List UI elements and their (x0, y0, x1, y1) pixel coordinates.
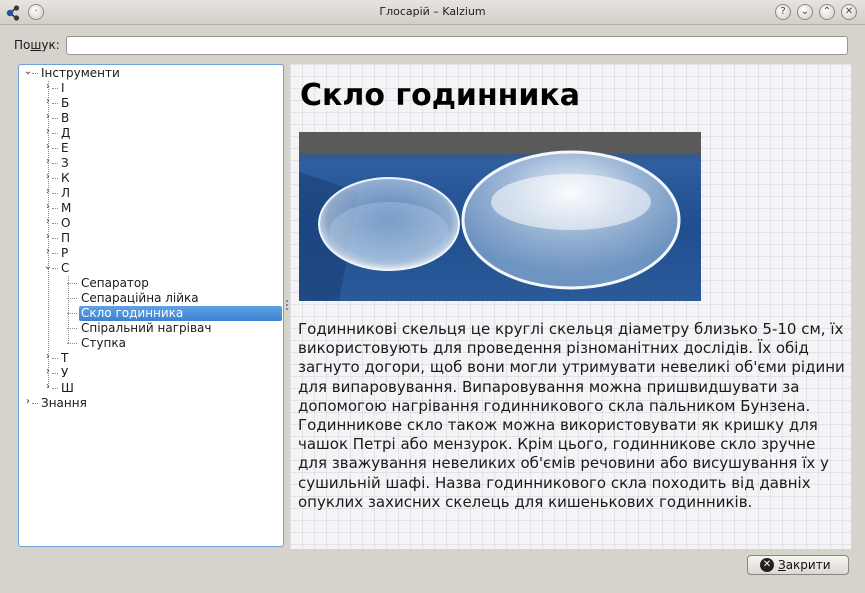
tree-item-letter[interactable]: І (59, 81, 67, 96)
tree-item-letter[interactable]: Е (59, 141, 71, 156)
tree-item-letter[interactable]: П (59, 231, 72, 246)
tree-item-term[interactable]: Скло годинника (79, 306, 282, 321)
tree-connector (52, 148, 58, 149)
tree-connector (52, 373, 58, 374)
tree-connector (52, 163, 58, 164)
tree-connector (67, 343, 77, 344)
tree-item-letter[interactable]: К (59, 171, 72, 186)
tree-connector (52, 193, 58, 194)
tree-item-label: Скло годинника (79, 306, 282, 321)
tree-item-label: І (61, 81, 65, 95)
tree-item-label: Р (61, 246, 69, 260)
tree-connector (52, 268, 58, 269)
tree-item-label: Е (61, 141, 69, 155)
tree-item-letter[interactable]: М (59, 201, 73, 216)
tree-item-label: П (61, 231, 71, 245)
close-button[interactable]: ✕ Закрити (747, 555, 849, 575)
tree-item-label: З (61, 156, 69, 170)
tree-item-label: К (61, 171, 70, 185)
tree-connector (32, 73, 38, 74)
tree-connector (52, 358, 58, 359)
tree-item-label: М (61, 201, 72, 215)
tree-connector (52, 208, 58, 209)
tree-item-label: Інструменти (41, 66, 120, 80)
minimize-button[interactable]: ⌄ (797, 4, 813, 20)
tree-item-label: Знання (41, 396, 87, 410)
tree-connector (52, 253, 58, 254)
tree-item-term[interactable]: Спіральний нагрівач (79, 321, 214, 336)
resize-edge[interactable] (853, 64, 861, 549)
article-view: Скло годинника Годинникові скельця це кр… (290, 64, 851, 549)
tree-item-term[interactable]: Сепараційна лійка (79, 291, 201, 306)
tree-item-label: Сепараційна лійка (81, 291, 199, 305)
glossary-window: · Глосарій – Kalzium ? ⌄ ⌃ ✕ Пошук: ⌄ Інс… (0, 0, 865, 593)
window-title: Глосарій – Kalzium (379, 5, 486, 18)
watch-glass-photo (299, 132, 701, 301)
tree-item-label: Ступка (81, 336, 126, 350)
tree-item-letter[interactable]: У (59, 366, 70, 381)
tree-item-label: Ш (61, 381, 74, 395)
tree-item-label: Л (61, 186, 71, 200)
tree-connector (52, 223, 58, 224)
glossary-tree[interactable]: ⌄ Інструменти › І › Б › В › Д › Е › З › К › Л › М › О › П › Р ⌄ С Се… (18, 64, 284, 547)
tree-item-letter[interactable]: Л (59, 186, 72, 201)
close-button-accel: З (778, 558, 786, 572)
tree-item-label: О (61, 216, 71, 230)
tree-item-label: Б (61, 96, 70, 110)
search-label: Пошук: (14, 38, 60, 52)
tree-item-label: Спіральний нагрівач (81, 321, 212, 335)
tree-connector (52, 133, 58, 134)
tree-connector (52, 238, 58, 239)
tree-item-root[interactable]: Інструменти (39, 66, 122, 81)
tree-item-label: В (61, 111, 70, 125)
titlebar[interactable]: · Глосарій – Kalzium ? ⌄ ⌃ ✕ (0, 0, 865, 25)
tree-item-label: Т (61, 351, 69, 365)
tree-item-term[interactable]: Сепаратор (79, 276, 151, 291)
tree-connector (32, 403, 38, 404)
tree-item-root[interactable]: Знання (39, 396, 89, 411)
tree-item-label: Сепаратор (81, 276, 149, 290)
tree-item-letter[interactable]: О (59, 216, 72, 231)
tree-guide (48, 81, 49, 388)
search-input[interactable] (66, 36, 848, 55)
tree-item-label: Д (61, 126, 71, 140)
tree-item-letter[interactable]: З (59, 156, 71, 171)
maximize-button[interactable]: ⌃ (819, 4, 835, 20)
tree-item-letter[interactable]: Т (59, 351, 70, 366)
article-title: Скло годинника (300, 78, 581, 113)
tree-item-letter[interactable]: В (59, 111, 71, 126)
tree-connector (52, 178, 58, 179)
tree-connector (52, 388, 58, 389)
tree-item-label: У (61, 366, 69, 380)
tree-connector (52, 118, 58, 119)
tree-item-letter[interactable]: Р (59, 246, 70, 261)
tree-connector (52, 88, 58, 89)
help-button[interactable]: ? (775, 4, 791, 20)
tree-item-term[interactable]: Ступка (79, 336, 128, 351)
tree-item-letter[interactable]: Б (59, 96, 71, 111)
tree-item-letter-expanded[interactable]: С (59, 261, 71, 276)
tree-item-letter[interactable]: Д (59, 126, 72, 141)
close-icon: ✕ (760, 558, 774, 572)
close-button-label: акрити (785, 558, 831, 572)
tree-item-label: С (61, 261, 70, 275)
tree-item-letter[interactable]: Ш (59, 381, 76, 396)
tree-guide (68, 276, 69, 343)
tree-connector (52, 103, 58, 104)
article-description: Годинникові скельця це круглі скельця ді… (298, 320, 845, 511)
close-window-button[interactable]: ✕ (841, 4, 857, 20)
